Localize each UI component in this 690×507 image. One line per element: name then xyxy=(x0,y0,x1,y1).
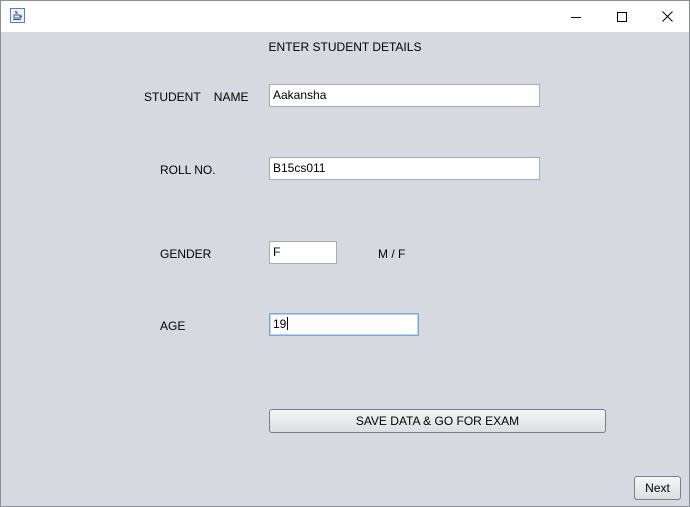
gender-label: GENDER xyxy=(160,247,212,261)
minimize-icon xyxy=(571,16,581,18)
student-name-label: STUDENT NAME xyxy=(144,90,249,104)
roll-no-label: ROLL NO. xyxy=(160,163,216,177)
save-and-exam-button[interactable]: SAVE DATA & GO FOR EXAM xyxy=(269,409,606,433)
text-caret xyxy=(287,317,289,330)
app-window: ENTER STUDENT DETAILS STUDENT NAME Aakan… xyxy=(0,0,690,507)
maximize-button[interactable] xyxy=(599,1,645,32)
maximize-icon xyxy=(617,11,627,22)
age-field[interactable]: 19 xyxy=(269,313,419,336)
form-heading: ENTER STUDENT DETAILS xyxy=(268,40,422,54)
age-value: 19 xyxy=(273,317,287,331)
java-app-icon xyxy=(10,8,25,23)
title-bar xyxy=(1,1,689,32)
gender-hint: M / F xyxy=(378,247,406,261)
minimize-button[interactable] xyxy=(553,1,599,32)
gender-field[interactable]: F xyxy=(269,241,337,264)
close-button[interactable] xyxy=(644,1,690,32)
next-button[interactable]: Next xyxy=(634,476,681,500)
student-name-field[interactable]: Aakansha xyxy=(269,84,540,107)
close-icon xyxy=(661,11,673,22)
age-label: AGE xyxy=(160,319,186,333)
roll-no-field[interactable]: B15cs011 xyxy=(269,157,540,180)
